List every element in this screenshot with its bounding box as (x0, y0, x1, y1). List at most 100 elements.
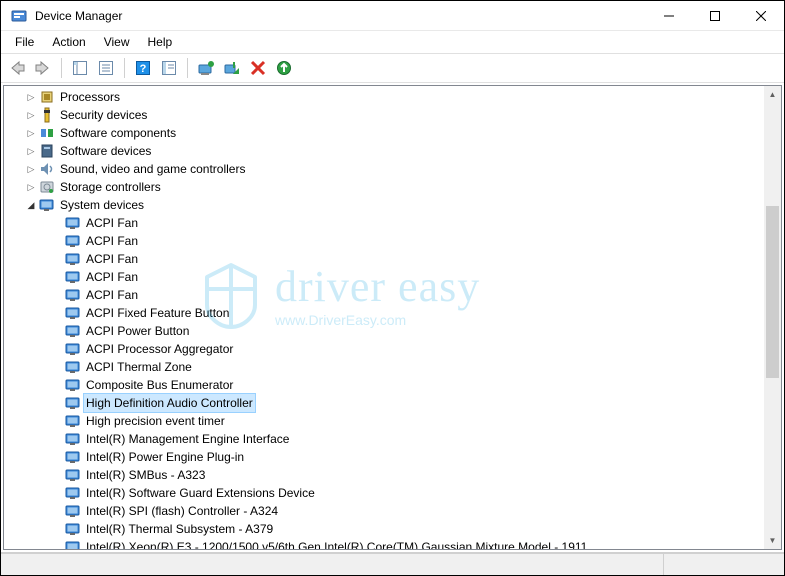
menu-help[interactable]: Help (140, 33, 181, 51)
client-area: ▷Processors▷Security devices▷Software co… (1, 83, 784, 553)
device-node[interactable]: ACPI Processor Aggregator (4, 340, 764, 358)
system-device-icon (65, 377, 81, 393)
device-label: High Definition Audio Controller (84, 394, 255, 412)
menu-action[interactable]: Action (44, 33, 93, 51)
device-label: ACPI Fan (84, 250, 140, 268)
uninstall-device-button[interactable] (246, 56, 270, 80)
back-button[interactable] (5, 56, 29, 80)
update-driver-button[interactable] (194, 56, 218, 80)
scroll-down-button[interactable]: ▼ (764, 532, 781, 549)
device-label: ACPI Fixed Feature Button (84, 304, 231, 322)
system-device-icon (65, 359, 81, 375)
category-label: Software devices (58, 142, 153, 160)
device-label: ACPI Processor Aggregator (84, 340, 235, 358)
device-node[interactable]: ACPI Fan (4, 250, 764, 268)
device-node[interactable]: High precision event timer (4, 412, 764, 430)
app-icon (11, 8, 27, 24)
status-pane (1, 554, 664, 575)
system-device-icon (65, 431, 81, 447)
toolbar: ? (1, 53, 784, 83)
device-label: ACPI Fan (84, 286, 140, 304)
device-label: ACPI Thermal Zone (84, 358, 194, 376)
disable-device-button[interactable] (220, 56, 244, 80)
device-node[interactable]: ACPI Fan (4, 232, 764, 250)
device-label: ACPI Power Button (84, 322, 191, 340)
status-pane (664, 554, 784, 575)
category-node[interactable]: ▷ Sound, video and game controllers (4, 160, 764, 178)
system-device-icon (65, 413, 81, 429)
system-device-icon (65, 341, 81, 357)
system-device-icon (65, 323, 81, 339)
system-device-icon (65, 485, 81, 501)
collapse-icon[interactable]: ▷ (24, 108, 38, 122)
device-label: ACPI Fan (84, 232, 140, 250)
category-label: Sound, video and game controllers (58, 160, 247, 178)
category-node[interactable]: ▷Security devices (4, 106, 764, 124)
properties-button[interactable] (94, 56, 118, 80)
system-device-icon (65, 305, 81, 321)
maximize-button[interactable] (692, 1, 738, 31)
scan-for-changes-button[interactable] (272, 56, 296, 80)
system-device-icon (65, 215, 81, 231)
device-node[interactable]: Composite Bus Enumerator (4, 376, 764, 394)
device-node[interactable]: Intel(R) SMBus - A323 (4, 466, 764, 484)
close-button[interactable] (738, 1, 784, 31)
collapse-icon[interactable]: ▷ (24, 162, 38, 176)
swdev-icon (39, 143, 55, 159)
device-node[interactable]: Intel(R) Software Guard Extensions Devic… (4, 484, 764, 502)
help-button[interactable]: ? (131, 56, 155, 80)
system-device-icon (65, 467, 81, 483)
toolbar-separator (124, 58, 125, 78)
category-label: Storage controllers (58, 178, 163, 196)
status-bar (1, 553, 784, 575)
collapse-icon[interactable]: ▷ (24, 126, 38, 140)
device-node[interactable]: ACPI Thermal Zone (4, 358, 764, 376)
category-label: Processors (58, 88, 122, 106)
collapse-icon[interactable]: ▷ (24, 144, 38, 158)
system-device-icon (65, 521, 81, 537)
device-node[interactable]: Intel(R) Power Engine Plug-in (4, 448, 764, 466)
category-node[interactable]: ▷ Processors (4, 88, 764, 106)
toolbar-separator (187, 58, 188, 78)
expand-icon[interactable]: ◢ (24, 198, 38, 212)
system-icon (39, 197, 55, 213)
scroll-up-button[interactable]: ▲ (764, 86, 781, 103)
menu-view[interactable]: View (96, 33, 138, 51)
storage-icon (39, 179, 55, 195)
collapse-icon[interactable]: ▷ (24, 180, 38, 194)
device-label: Composite Bus Enumerator (84, 376, 235, 394)
forward-button[interactable] (31, 56, 55, 80)
show-hide-tree-button[interactable] (68, 56, 92, 80)
minimize-button[interactable] (646, 1, 692, 31)
category-node[interactable]: ▷ Storage controllers (4, 178, 764, 196)
category-node[interactable]: ▷ Software components (4, 124, 764, 142)
device-node[interactable]: ACPI Fan (4, 214, 764, 232)
sound-icon (39, 161, 55, 177)
device-node[interactable]: ACPI Power Button (4, 322, 764, 340)
device-node[interactable]: ACPI Fixed Feature Button (4, 304, 764, 322)
device-node[interactable]: Intel(R) Thermal Subsystem - A379 (4, 520, 764, 538)
device-node[interactable]: Intel(R) Xeon(R) E3 - 1200/1500 v5/6th G… (4, 538, 764, 549)
device-label: Intel(R) Software Guard Extensions Devic… (84, 484, 317, 502)
device-node[interactable]: ACPI Fan (4, 268, 764, 286)
vertical-scrollbar[interactable]: ▲ ▼ (764, 86, 781, 549)
device-label: Intel(R) SMBus - A323 (84, 466, 207, 484)
category-node[interactable]: ▷ Software devices (4, 142, 764, 160)
device-node[interactable]: High Definition Audio Controller (4, 394, 764, 412)
collapse-icon[interactable]: ▷ (24, 90, 38, 104)
device-node[interactable]: Intel(R) Management Engine Interface (4, 430, 764, 448)
menubar: File Action View Help (1, 31, 784, 53)
system-device-icon (65, 395, 81, 411)
menu-file[interactable]: File (7, 33, 42, 51)
category-node[interactable]: ◢System devices (4, 196, 764, 214)
scroll-thumb[interactable] (766, 206, 779, 378)
device-label: Intel(R) Management Engine Interface (84, 430, 291, 448)
scan-hardware-button[interactable] (157, 56, 181, 80)
scroll-track[interactable] (764, 103, 781, 532)
device-label: Intel(R) Power Engine Plug-in (84, 448, 246, 466)
device-label: ACPI Fan (84, 214, 140, 232)
category-label: Software components (58, 124, 178, 142)
device-node[interactable]: ACPI Fan (4, 286, 764, 304)
device-node[interactable]: Intel(R) SPI (flash) Controller - A324 (4, 502, 764, 520)
device-tree[interactable]: ▷Processors▷Security devices▷Software co… (4, 86, 764, 549)
